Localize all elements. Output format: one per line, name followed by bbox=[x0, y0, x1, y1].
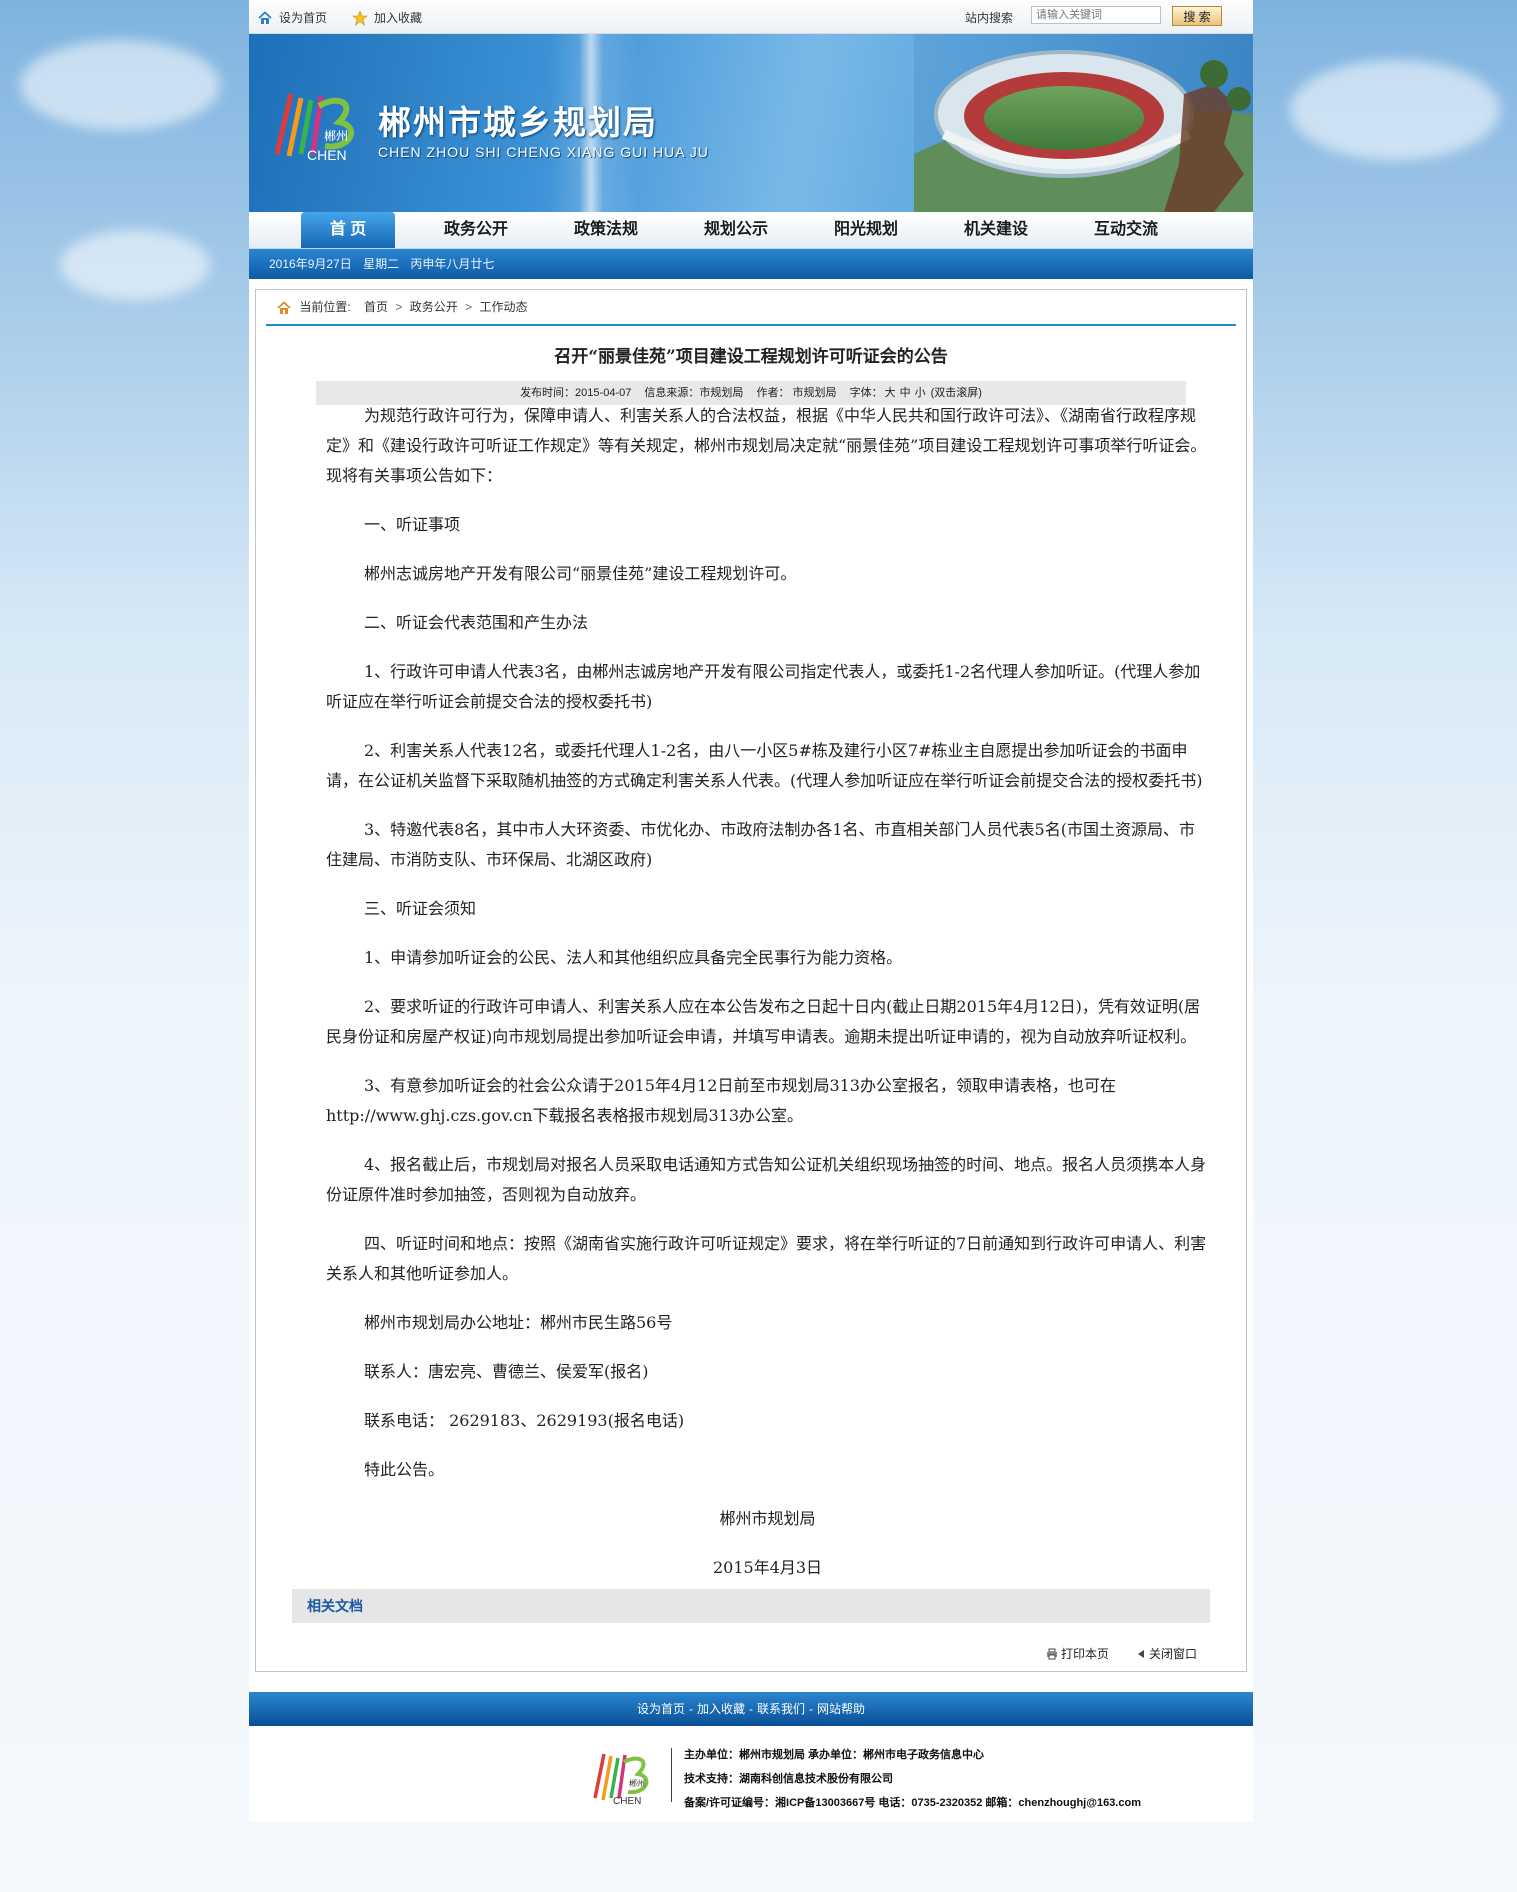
site-footer: 郴州 CHEN 主办单位：郴州市规划局 承办单位：郴州市电子政务信息中心 技术支… bbox=[249, 1726, 1253, 1822]
font-size-medium[interactable]: 中 bbox=[900, 387, 911, 399]
current-weekday: 星期二 bbox=[363, 257, 400, 271]
site-logo: 郴州 CHEN bbox=[274, 93, 354, 163]
current-date: 2016年9月27日 bbox=[269, 257, 352, 271]
nav-policies[interactable]: 政策法规 bbox=[559, 212, 653, 248]
article-paragraph: 2、利害关系人代表12名，或委托代理人1-2名，由八一小区5#栋及建行小区7#栋… bbox=[326, 741, 1203, 790]
print-label: 打印本页 bbox=[1061, 1647, 1110, 1661]
breadcrumb-separator: > bbox=[395, 300, 403, 314]
sky-cloud bbox=[1290, 60, 1500, 160]
page-container: 设为首页 加入收藏 站内搜索 搜 索 郴州 CHEN 郴州市城乡规划局 CHEN… bbox=[249, 0, 1253, 1822]
article-paragraph: 联系电话： 2629183、2629193(报名电话) bbox=[364, 1411, 685, 1430]
font-size-small[interactable]: 小 bbox=[915, 387, 926, 399]
article-paragraph: 为规范行政许可行为，保障申请人、利害关系人的合法权益，根据《中华人民共和国行政许… bbox=[326, 406, 1207, 485]
article-tools: 打印本页 关闭窗口 bbox=[256, 1623, 1246, 1672]
breadcrumb-level2[interactable]: 工作动态 bbox=[479, 300, 527, 314]
set-home-link[interactable]: 设为首页 bbox=[257, 9, 327, 26]
article-paragraph: 一、听证事项 bbox=[364, 515, 461, 534]
article-paragraph: 联系人：唐宏亮、曹德兰、侯爱军(报名) bbox=[364, 1362, 649, 1381]
author: 作者： 市规划局 bbox=[756, 387, 837, 399]
close-window-button[interactable]: 关闭窗口 bbox=[1136, 1645, 1197, 1662]
site-pinyin: CHEN ZHOU SHI CHENG XIANG GUI HUA JU bbox=[378, 144, 709, 160]
add-favorite-label: 加入收藏 bbox=[374, 11, 423, 25]
home-icon bbox=[277, 301, 291, 314]
search-input[interactable] bbox=[1031, 6, 1161, 24]
font-size-label: 字体： bbox=[849, 387, 883, 399]
breadcrumb: 当前位置: 首页 > 政务公开 > 工作动态 bbox=[266, 290, 1236, 326]
add-favorite-link[interactable]: 加入收藏 bbox=[352, 9, 422, 26]
article-signature: 郴州市规划局 bbox=[719, 1509, 816, 1528]
article-paragraph: 郴州志诚房地产开发有限公司“丽景佳苑”建设工程规划许可。 bbox=[364, 564, 797, 583]
nav-planning-notices[interactable]: 规划公示 bbox=[689, 212, 783, 248]
footer-set-home[interactable]: 设为首页 bbox=[637, 1702, 685, 1716]
scroll-hint: (双击滚屏) bbox=[930, 387, 982, 399]
article-sign-date: 2015年4月3日 bbox=[712, 1558, 823, 1577]
top-bar: 设为首页 加入收藏 站内搜索 搜 索 bbox=[249, 0, 1253, 34]
close-arrow-icon bbox=[1138, 1649, 1144, 1658]
article-body: 为规范行政许可行为，保障申请人、利害关系人的合法权益，根据《中华人民共和国行政许… bbox=[326, 401, 1209, 1583]
home-icon bbox=[258, 10, 272, 24]
star-icon bbox=[352, 9, 368, 26]
footer-logo: 郴州 CHEN bbox=[593, 1753, 649, 1806]
info-source: 信息来源：市规划局 bbox=[644, 387, 744, 399]
article-paragraph: 3、有意参加听证会的社会公众请于2015年4月12日前至市规划局313办公室报名… bbox=[326, 1076, 1116, 1125]
nav-organization[interactable]: 机关建设 bbox=[949, 212, 1043, 248]
breadcrumb-level1[interactable]: 政务公开 bbox=[410, 300, 458, 314]
set-home-label: 设为首页 bbox=[279, 11, 328, 25]
footer-logo-sub: CHEN bbox=[613, 1796, 641, 1806]
search-button[interactable]: 搜 索 bbox=[1172, 6, 1222, 26]
search-label: 站内搜索 bbox=[965, 11, 1014, 25]
stadium-image bbox=[914, 34, 1253, 212]
sky-cloud bbox=[20, 40, 220, 130]
nav-interaction[interactable]: 互动交流 bbox=[1079, 212, 1173, 248]
article-paragraph: 3、特邀代表8名，其中市人大环资委、市优化办、市政府法制办各1名、市直相关部门人… bbox=[326, 820, 1195, 869]
article-paragraph: 2、要求听证的行政许可申请人、利害关系人应在本公告发布之日起十日内(截止日期20… bbox=[326, 997, 1201, 1046]
main-nav: 首 页 政务公开 政策法规 规划公示 阳光规划 机关建设 互动交流 bbox=[249, 212, 1253, 249]
print-button[interactable]: 打印本页 bbox=[1046, 1645, 1109, 1662]
article-paragraph: 二、听证会代表范围和产生办法 bbox=[364, 613, 589, 632]
content-box: 当前位置: 首页 > 政务公开 > 工作动态 召开“丽景佳苑”项目建设工程规划许… bbox=[255, 289, 1247, 1672]
site-banner: 郴州 CHEN 郴州市城乡规划局 CHEN ZHOU SHI CHENG XIA… bbox=[249, 34, 1253, 212]
footer-logo-text: 郴州 bbox=[629, 1779, 645, 1788]
nav-sunshine-planning[interactable]: 阳光规划 bbox=[819, 212, 913, 248]
article-paragraph: 1、申请参加听证会的公民、法人和其他组织应具备完全民事行为能力资格。 bbox=[364, 948, 903, 967]
sky-cloud bbox=[60, 230, 210, 300]
font-size-large[interactable]: 大 bbox=[885, 387, 896, 399]
footer-sponsor: 主办单位：郴州市规划局 承办单位：郴州市电子政务信息中心 bbox=[684, 1749, 985, 1761]
lunar-date: 丙申年八月廿七 bbox=[410, 257, 495, 271]
article-paragraph: 四、听证时间和地点：按照《湖南省实施行政许可听证规定》要求，将在举行听证的7日前… bbox=[326, 1234, 1207, 1283]
article-title: 召开“丽景佳苑”项目建设工程规划许可听证会的公告 bbox=[554, 347, 948, 367]
date-bar: 2016年9月27日 星期二 丙申年八月廿七 bbox=[249, 249, 1253, 279]
footer-help[interactable]: 网站帮助 bbox=[817, 1702, 865, 1716]
print-icon bbox=[1047, 1648, 1057, 1659]
footer-add-favorite[interactable]: 加入收藏 bbox=[697, 1702, 745, 1716]
article-paragraph: 1、行政许可申请人代表3名，由郴州志诚房地产开发有限公司指定代表人，或委托1-2… bbox=[326, 662, 1201, 711]
site-title: 郴州市城乡规划局 bbox=[378, 104, 658, 141]
nav-home[interactable]: 首 页 bbox=[301, 212, 395, 248]
logo-text: 郴州 bbox=[324, 129, 348, 143]
footer-tech-support: 技术支持：湖南科创信息技术股份有限公司 bbox=[684, 1773, 893, 1785]
breadcrumb-separator: > bbox=[465, 300, 473, 314]
article-paragraph: 特此公告。 bbox=[364, 1460, 445, 1479]
breadcrumb-home[interactable]: 首页 bbox=[364, 300, 388, 314]
article-paragraph: 4、报名截止后，市规划局对报名人员采取电话通知方式告知公证机关组织现场抽签的时间… bbox=[326, 1155, 1207, 1204]
footer-icp: 备案/许可证编号：湘ICP备13003667号 电话：0735-2320352 … bbox=[684, 1797, 1141, 1809]
nav-government-affairs[interactable]: 政务公开 bbox=[429, 212, 523, 248]
breadcrumb-label: 当前位置: bbox=[299, 300, 351, 314]
related-docs-header: 相关文档 bbox=[292, 1589, 1210, 1623]
logo-sub: CHEN bbox=[307, 147, 347, 163]
close-label: 关闭窗口 bbox=[1149, 1647, 1198, 1661]
article-paragraph: 三、听证会须知 bbox=[364, 899, 477, 918]
footer-divider bbox=[671, 1748, 672, 1802]
article-paragraph: 郴州市规划局办公地址：郴州市民生路56号 bbox=[364, 1313, 673, 1332]
footer-link-bar: 设为首页 - 加入收藏 - 联系我们 - 网站帮助 bbox=[249, 1692, 1253, 1726]
publish-time: 发布时间：2015-04-07 bbox=[520, 387, 632, 399]
footer-contact[interactable]: 联系我们 bbox=[757, 1702, 805, 1716]
